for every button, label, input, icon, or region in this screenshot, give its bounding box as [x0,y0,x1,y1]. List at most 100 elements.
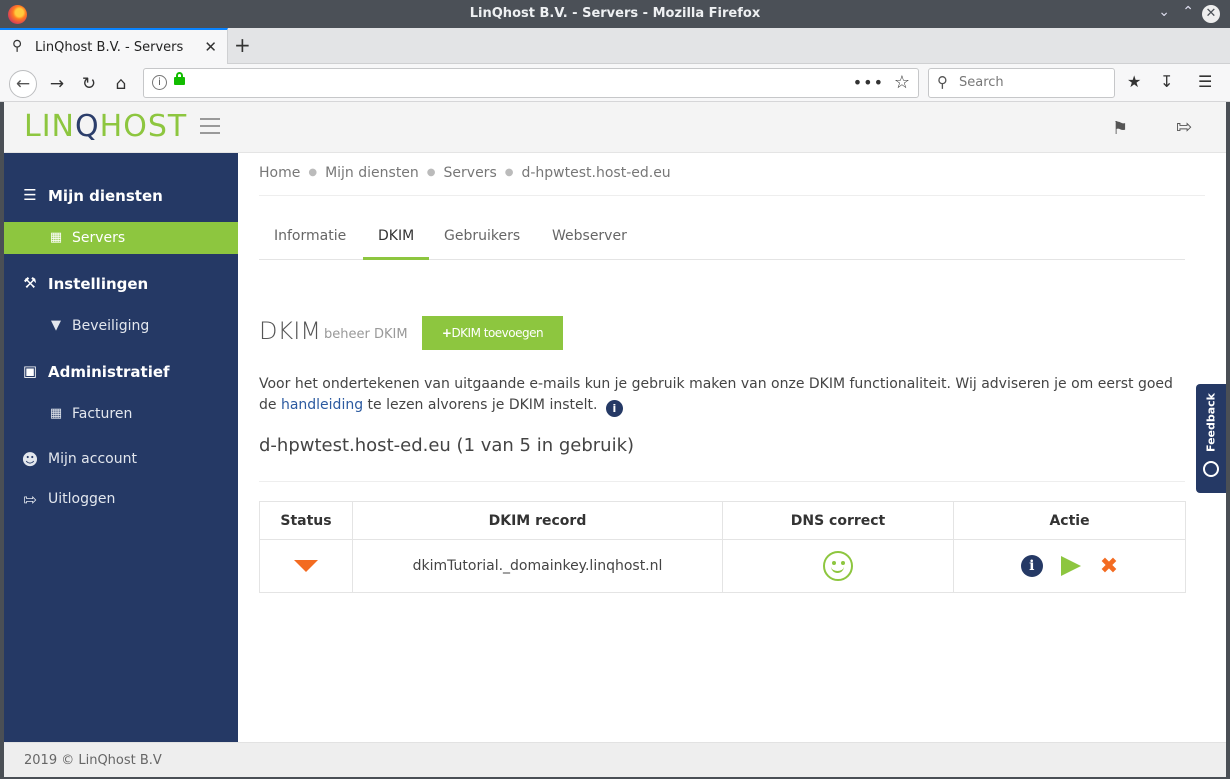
footer-copyright: 2019 © LinQhost B.V [24,753,162,768]
home-icon[interactable]: ⌂ [107,70,135,98]
tab-close-icon[interactable]: ✕ [204,38,217,56]
breadcrumb-separator: ● [504,167,514,178]
page-actions-icon[interactable]: ••• [853,73,884,92]
browser-tab[interactable]: ⚲ LinQhost B.V. - Servers ✕ [0,28,228,64]
browser-navbar: ← → ↻ ⌂ i ••• ☆ ⚲ ★ ↧ ☰ [0,64,1230,102]
sidebar-item-label: Servers [72,230,126,246]
search-favicon-icon: ⚲ [12,38,23,54]
logo-text-pre: LIN [24,109,76,144]
sidebar-item-mijn-account[interactable]: ☻ Mijn account [4,444,238,474]
breadcrumb-current: d-hpwtest.host-ed.eu [521,165,671,181]
table-header-row: Status DKIM record DNS correct Actie [259,501,1186,540]
sidebar-item-label: Mijn account [48,451,137,467]
list-icon: ▦ [49,406,63,421]
sidebar-toggle-icon[interactable] [200,118,220,134]
bookmark-star-icon[interactable]: ☆ [894,72,910,93]
handleiding-link[interactable]: handleiding [281,397,363,413]
money-icon: ▣ [22,362,38,380]
page-title: DKIM [259,317,322,345]
status-cell [259,539,353,593]
library-icon[interactable]: ★ [1127,72,1141,91]
feedback-button[interactable]: Feedback [1196,384,1226,493]
sidebar-section-label: Mijn diensten [48,187,163,205]
layers-icon: ☰ [23,186,37,204]
url-bar[interactable]: i ••• ☆ [143,68,919,98]
dns-correct-cell [722,539,954,593]
logout-icon[interactable]: ⇰ [1176,116,1192,138]
sidebar-section-label: Instellingen [48,275,149,293]
linqhost-logo[interactable]: LINQHOST [24,109,187,144]
description-text: te lezen alvorens je DKIM instelt. [363,397,598,413]
add-dkim-button[interactable]: +DKIM toevoegen [422,316,563,350]
reload-icon[interactable]: ↻ [75,70,103,98]
footer: 2019 © LinQhost B.V [4,742,1226,777]
breadcrumb-mijn-diensten[interactable]: Mijn diensten [325,165,419,181]
delete-icon[interactable]: ✖ [1100,554,1118,579]
browser-tab-title: LinQhost B.V. - Servers [35,40,184,55]
sidebar-item-uitloggen[interactable]: ⇰ Uitloggen [4,484,238,514]
minimize-icon[interactable]: ⌄ [1158,4,1170,20]
maximize-icon[interactable]: ⌃ [1182,4,1194,20]
filter-icon: ▼ [51,318,61,333]
menu-icon[interactable]: ☰ [1198,72,1212,91]
server-list-icon: ▦ [49,230,63,245]
breadcrumb-servers[interactable]: Servers [444,165,497,181]
sidebar-item-label: Facturen [72,406,133,422]
back-icon[interactable]: ← [9,70,37,98]
column-header-actie: Actie [953,501,1186,540]
sidebar-item-facturen[interactable]: ▦ Facturen [4,398,238,430]
add-dkim-button-label: DKIM toevoegen [451,326,544,340]
column-header-dns-correct: DNS correct [722,501,954,540]
play-icon[interactable] [1061,556,1082,576]
tab-gebruikers[interactable]: Gebruikers [429,226,535,260]
tab-informatie[interactable]: Informatie [259,226,361,260]
search-icon: ⚲ [937,73,948,91]
dkim-description: Voor het ondertekenen van uitgaande e-ma… [259,374,1189,417]
server-tabs: Informatie DKIM Gebruikers Webserver [259,226,1185,260]
new-tab-icon[interactable]: + [234,33,251,57]
feedback-icon [1203,461,1219,477]
info-icon[interactable]: i [1020,555,1043,577]
page-info-icon[interactable]: i [152,75,167,90]
dkim-record-cell: dkimTutorial._domainkey.linqhost.nl [352,539,723,593]
main-content: Home ● Mijn diensten ● Servers ● d-hpwtest.hos… [238,153,1226,742]
actions-cell: i ✖ [953,539,1186,593]
sidebar-item-label: Uitloggen [48,491,116,507]
browser-search-input[interactable] [959,75,1109,90]
plus-icon: + [441,326,452,340]
window-title: LinQhost B.V. - Servers - Mozilla Firefo… [469,6,761,21]
downloads-icon[interactable]: ↧ [1160,72,1173,91]
dkim-table: Status DKIM record DNS correct Actie dki… [259,501,1186,593]
feedback-label: Feedback [1204,393,1218,452]
info-icon[interactable]: i [605,400,623,417]
logo-text-q: Q [75,109,100,144]
window-titlebar: LinQhost B.V. - Servers - Mozilla Firefo… [0,0,1230,28]
sidebar-item-beveiliging[interactable]: ▼ Beveiliging [4,310,238,342]
expand-arrow-icon[interactable] [294,560,318,572]
sidebar-section-instellingen[interactable]: ⚒ Instellingen [4,267,238,299]
tab-webserver[interactable]: Webserver [537,226,642,260]
sidebar-section-administratief[interactable]: ▣ Administratief [4,355,238,387]
browser-search-box[interactable]: ⚲ [928,68,1115,98]
app-topbar: LINQHOST ⚑ ⇰ [4,102,1226,153]
window-close-icon[interactable]: ✕ [1202,5,1220,23]
sidebar-section-mijn-diensten[interactable]: ☰ Mijn diensten [4,179,238,211]
logo-text-post: HOST [99,109,188,144]
lock-icon[interactable] [174,72,185,85]
divider [259,195,1205,196]
smiley-icon [823,551,853,581]
breadcrumb-home[interactable]: Home [259,165,300,181]
domain-title: d-hpwtest.host-ed.eu (1 van 5 in gebruik… [259,435,635,456]
breadcrumb: Home ● Mijn diensten ● Servers ● d-hpwtest.hos… [259,165,671,181]
web-page: LINQHOST ⚑ ⇰ ☰ Mijn diensten ▦ Servers ⚒… [4,102,1226,777]
tab-dkim[interactable]: DKIM [363,226,430,260]
table-row: dkimTutorial._domainkey.linqhost.nl i ✖ [259,539,1186,593]
sidebar-section-label: Administratief [48,363,170,381]
breadcrumb-separator: ● [308,167,318,178]
column-header-dkim-record: DKIM record [352,501,723,540]
divider [259,481,1185,482]
forward-icon[interactable]: → [43,70,71,98]
flag-icon[interactable]: ⚑ [1112,118,1128,139]
sidebar-item-label: Beveiliging [72,318,150,334]
sidebar-item-servers[interactable]: ▦ Servers [4,222,238,254]
